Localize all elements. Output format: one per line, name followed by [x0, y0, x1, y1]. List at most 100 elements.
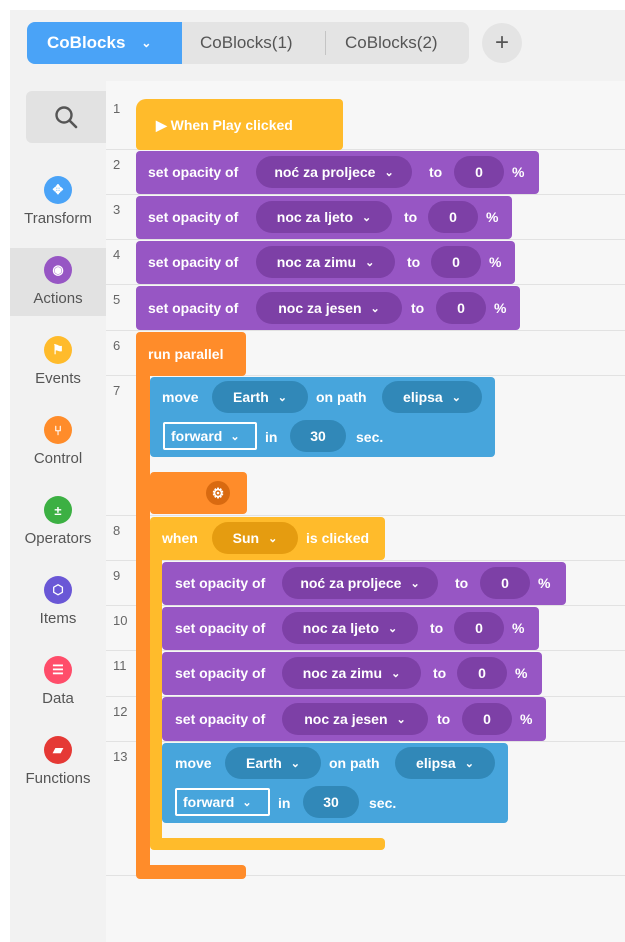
chevron-down-icon: ⌄	[268, 532, 278, 545]
chevron-down-icon: ⌄	[242, 796, 252, 809]
plus-icon: +	[494, 29, 509, 56]
row-divider	[106, 560, 625, 561]
dropdown-value: noc za jesen	[304, 711, 388, 727]
category-label: Control	[33, 450, 83, 467]
block-label: when	[162, 530, 198, 546]
event-label: is clicked	[306, 530, 370, 546]
value-input[interactable]: 0	[454, 612, 504, 644]
dropdown-value: forward	[171, 428, 223, 444]
object-dropdown[interactable]: noć za proljece ⌄	[282, 567, 438, 599]
set-opacity-block[interactable]: set opacity of noc za jesen ⌄ to 0 %	[136, 286, 520, 330]
line-number: 11	[113, 658, 127, 673]
value-input[interactable]: 0	[462, 703, 512, 735]
direction-dropdown[interactable]: forward ⌄	[175, 788, 270, 816]
category-items[interactable]: ⬡ Items	[10, 568, 106, 636]
path-dropdown[interactable]: elipsa ⌄	[382, 381, 482, 413]
set-opacity-block[interactable]: set opacity of noc za zimu ⌄ to 0 %	[162, 652, 542, 695]
path-label: on path	[329, 755, 380, 771]
input-value: 0	[475, 620, 483, 636]
duration-input[interactable]: 30	[303, 786, 359, 818]
line-number: 4	[113, 247, 121, 262]
value-input[interactable]: 0	[436, 292, 486, 324]
chevron-down-icon[interactable]: ⌄	[141, 36, 151, 50]
move-on-path-block[interactable]: move Earth ⌄ on path elipsa ⌄ forward ⌄ in …	[150, 377, 495, 457]
dropdown-value: noc za zimu	[302, 665, 383, 681]
search-icon	[55, 106, 78, 129]
value-input[interactable]: 0	[454, 156, 504, 188]
category-data[interactable]: ☰ Data	[10, 648, 106, 716]
object-dropdown[interactable]: noc za zimu ⌄	[256, 246, 395, 278]
category-functions[interactable]: ▰ Functions	[10, 728, 106, 796]
row-divider	[106, 605, 625, 606]
object-dropdown[interactable]: noc za jesen ⌄	[256, 292, 402, 324]
gear-icon[interactable]: ⚙	[206, 481, 230, 505]
object-dropdown[interactable]: Sun ⌄	[212, 522, 298, 554]
dropdown-value: Earth	[232, 389, 269, 405]
unit-label: %	[512, 164, 525, 180]
object-dropdown[interactable]: noc za jesen ⌄	[282, 703, 428, 735]
set-opacity-block[interactable]: set opacity of noć za proljece ⌄ to 0 %	[162, 562, 566, 605]
category-label: Operators	[24, 530, 92, 547]
category-label: Functions	[25, 770, 91, 787]
object-dropdown[interactable]: noc za ljeto ⌄	[256, 201, 392, 233]
category-actions[interactable]: ◉ Actions	[10, 248, 106, 316]
set-opacity-block[interactable]: set opacity of noc za ljeto ⌄ to 0 %	[162, 607, 539, 650]
when-play-clicked-block[interactable]: ▶ When Play clicked	[136, 99, 343, 150]
line-number: 9	[113, 568, 121, 583]
line-number: 2	[113, 157, 121, 172]
eye-icon: ◉	[44, 256, 72, 284]
category-control[interactable]: ⑂ Control	[10, 408, 106, 476]
set-opacity-block[interactable]: set opacity of noc za ljeto ⌄ to 0 %	[136, 196, 512, 239]
input-value: 0	[449, 209, 457, 225]
category-events[interactable]: ⚑ Events	[10, 328, 106, 396]
chevron-down-icon: ⌄	[391, 667, 401, 680]
dropdown-value: noc za zimu	[276, 254, 357, 270]
category-operators[interactable]: ± Operators	[10, 488, 106, 556]
tab-label: CoBlocks(1)	[200, 33, 293, 52]
block-label: set opacity of	[148, 300, 239, 316]
value-input[interactable]: 0	[457, 657, 507, 689]
function-icon: ▰	[44, 736, 72, 764]
database-icon: ☰	[44, 656, 72, 684]
value-input[interactable]: 0	[428, 201, 478, 233]
chevron-down-icon: ⌄	[290, 757, 300, 770]
when-clicked-block[interactable]: when Sun ⌄ is clicked	[150, 517, 385, 560]
value-input[interactable]: 0	[431, 246, 481, 278]
tab-coblocks-2[interactable]: CoBlocks(2)	[345, 22, 438, 64]
to-label: to	[437, 711, 451, 727]
dropdown-value: noć za proljece	[300, 575, 402, 591]
tab-coblocks[interactable]: CoBlocks ⌄	[27, 22, 182, 64]
direction-dropdown[interactable]: forward ⌄	[163, 422, 257, 450]
tab-coblocks-1[interactable]: CoBlocks(1)	[200, 22, 293, 64]
row-divider	[106, 650, 625, 651]
tab-label: CoBlocks(2)	[345, 33, 438, 52]
search-button[interactable]	[26, 91, 106, 143]
run-parallel-block[interactable]: run parallel	[136, 332, 246, 376]
when-footer	[150, 838, 385, 850]
object-dropdown[interactable]: noc za zimu ⌄	[282, 657, 421, 689]
parallel-separator[interactable]: ⚙	[150, 472, 247, 514]
row-divider	[106, 284, 625, 285]
set-opacity-block[interactable]: set opacity of noc za jesen ⌄ to 0 %	[162, 697, 546, 741]
set-opacity-block[interactable]: set opacity of noć za proljece ⌄ to 0 %	[136, 151, 539, 194]
path-label: on path	[316, 389, 367, 405]
move-on-path-block[interactable]: move Earth ⌄ on path elipsa ⌄ forward ⌄ in …	[162, 743, 508, 823]
object-dropdown[interactable]: noć za proljece ⌄	[256, 156, 412, 188]
row-divider	[106, 515, 625, 516]
dropdown-value: Sun	[232, 530, 260, 546]
add-tab-button[interactable]: +	[482, 23, 522, 63]
path-dropdown[interactable]: elipsa ⌄	[395, 747, 495, 779]
set-opacity-block[interactable]: set opacity of noc za zimu ⌄ to 0 %	[136, 241, 515, 284]
object-dropdown[interactable]: Earth ⌄	[225, 747, 321, 779]
chevron-down-icon: ⌄	[370, 302, 380, 315]
chevron-down-icon: ⌄	[396, 713, 406, 726]
row-divider	[106, 741, 625, 742]
category-label: Transform	[24, 210, 92, 227]
object-dropdown[interactable]: noc za ljeto ⌄	[282, 612, 418, 644]
object-dropdown[interactable]: Earth ⌄	[212, 381, 308, 413]
chevron-down-icon: ⌄	[410, 577, 420, 590]
value-input[interactable]: 0	[480, 567, 530, 599]
category-transform[interactable]: ✥ Transform	[10, 168, 106, 236]
duration-input[interactable]: 30	[290, 420, 346, 452]
input-value: 0	[478, 665, 486, 681]
